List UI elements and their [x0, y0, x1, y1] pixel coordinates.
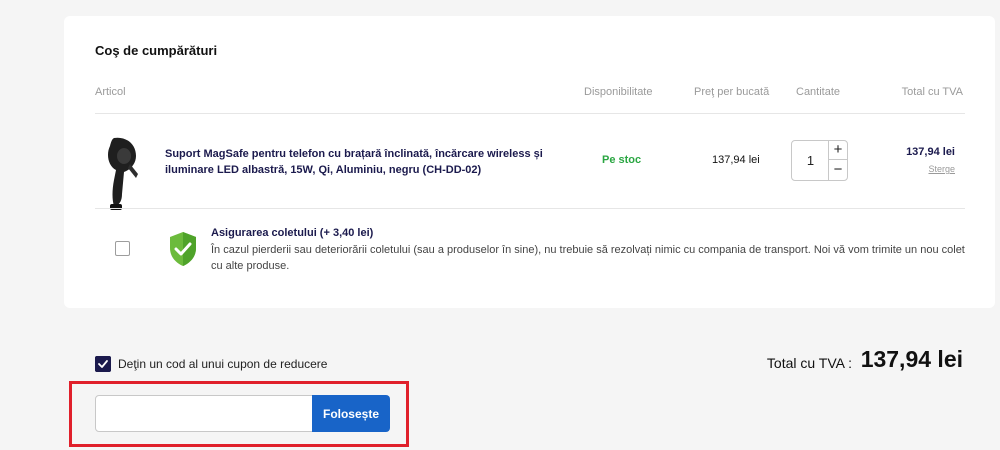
insurance-checkbox[interactable] [115, 241, 130, 256]
availability-status: Pe stoc [602, 154, 642, 166]
insurance-title: Asigurarea coletului (+ 3,40 lei) [211, 227, 374, 239]
column-header-quantity: Cantitate [796, 86, 841, 98]
phone-mount-image[interactable] [100, 134, 144, 214]
remove-item-link[interactable]: Sterge [928, 164, 955, 174]
quantity-stepper: 1 + − [791, 140, 848, 181]
header-divider [95, 113, 965, 114]
unit-price: 137,94 lei [712, 154, 760, 166]
cart-card: Coş de cumpărături Articol Disponibilita… [64, 16, 995, 308]
column-header-unit-price: Preţ per bucată [694, 86, 770, 98]
quantity-decrease-button[interactable]: − [829, 161, 847, 180]
item-divider [95, 208, 965, 209]
insurance-description: În cazul pierderii sau deteriorării cole… [211, 244, 965, 272]
shield-check-icon [170, 232, 196, 266]
product-name-link[interactable]: Suport MagSafe pentru telefon cu brațară… [165, 146, 575, 178]
coupon-checkbox-label[interactable]: Deţin un cod al unui cupon de reducere [118, 357, 327, 371]
column-header-total: Total cu TVA [901, 86, 963, 98]
column-header-availability: Disponibilitate [584, 86, 653, 98]
quantity-increase-button[interactable]: + [829, 141, 847, 160]
order-total-value: 137,94 lei [860, 346, 963, 372]
cart-title: Coş de cumpărături [95, 43, 218, 58]
column-header-article: Articol [95, 86, 126, 98]
quantity-input[interactable]: 1 [792, 141, 829, 180]
line-total: 137,94 lei [906, 146, 955, 158]
order-total-label: Total cu TVA : [766, 355, 852, 371]
coupon-code-input[interactable] [95, 395, 313, 432]
quantity-buttons: + − [828, 141, 847, 180]
coupon-checkbox[interactable] [95, 356, 111, 372]
apply-coupon-button[interactable]: Folosește [312, 395, 390, 432]
